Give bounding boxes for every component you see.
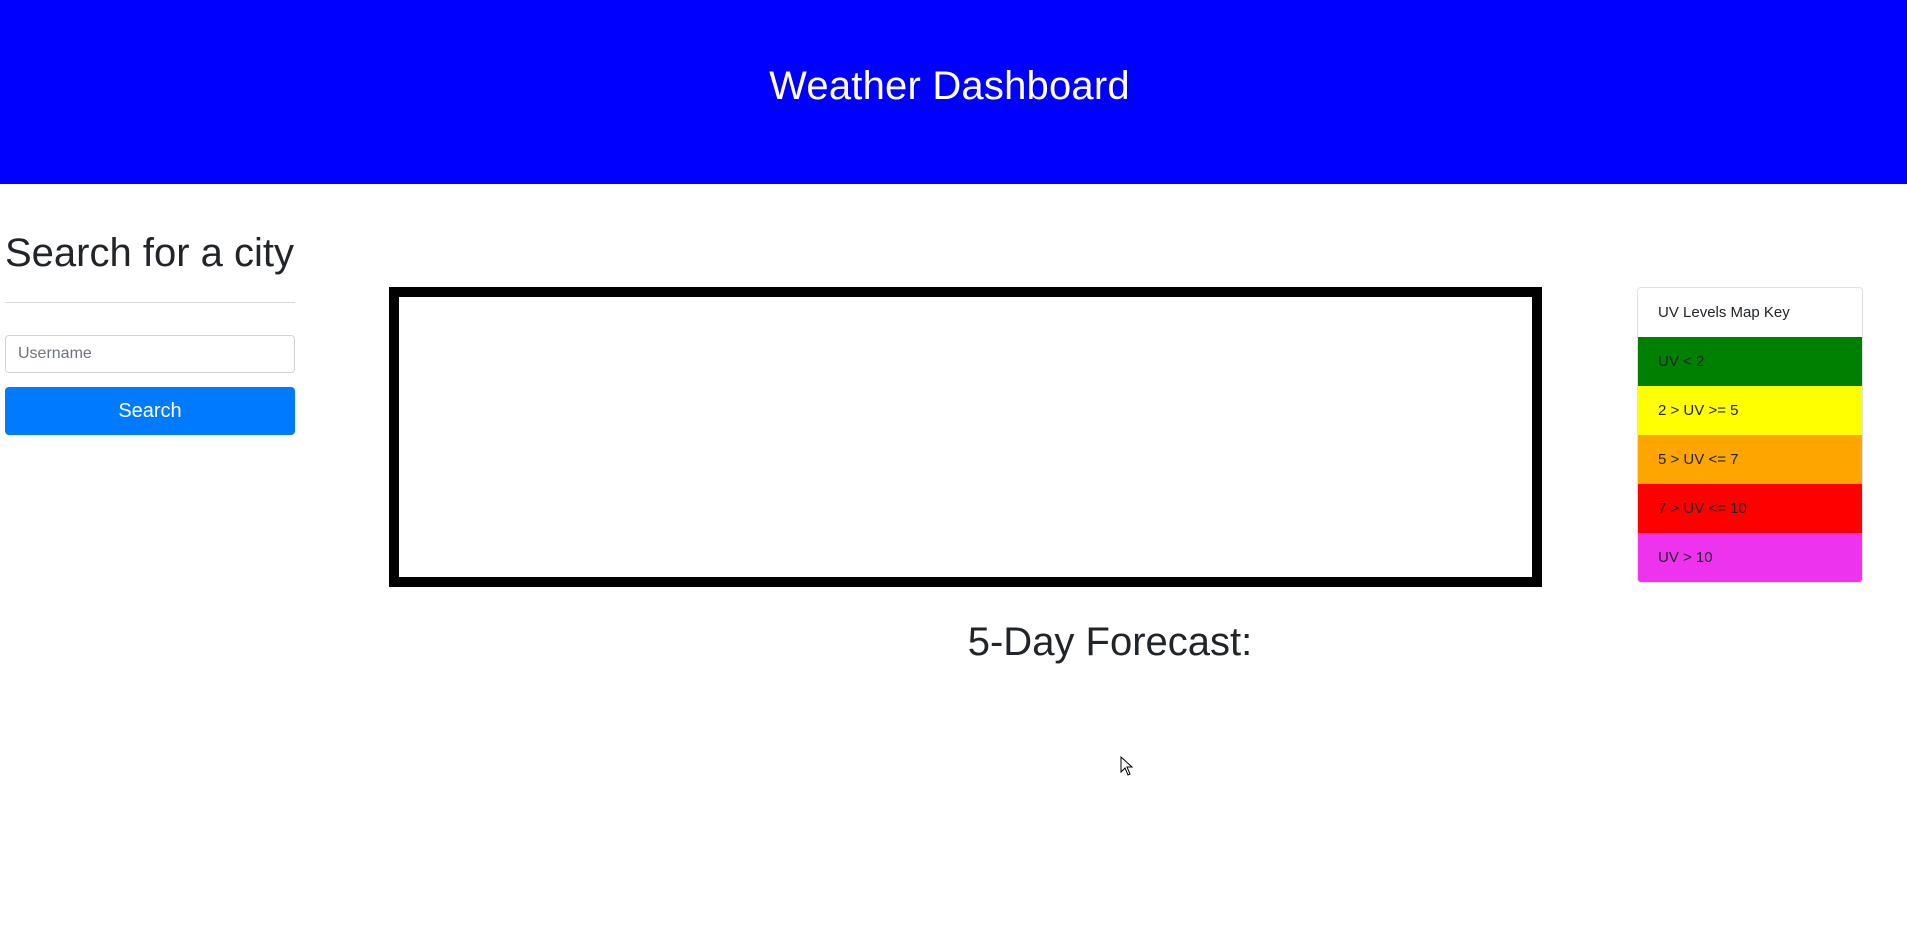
search-button[interactable]: Search <box>5 387 295 435</box>
uv-key-very-high: 7 > UV <= 10 <box>1638 484 1862 533</box>
city-search-input[interactable] <box>5 335 295 373</box>
uv-key-extreme: UV > 10 <box>1638 533 1862 582</box>
mouse-pointer-icon <box>1120 756 1134 776</box>
page-title: Weather Dashboard <box>769 64 1130 108</box>
uv-key-moderate: 2 > UV >= 5 <box>1638 386 1862 435</box>
uv-key-low: UV < 2 <box>1638 337 1862 386</box>
page-header: Weather Dashboard <box>0 0 1907 184</box>
uv-key-high: 5 > UV <= 7 <box>1638 435 1862 484</box>
uv-levels-key: UV Levels Map Key UV < 2 2 > UV >= 5 5 >… <box>1637 287 1863 583</box>
current-weather-panel <box>389 287 1542 587</box>
search-divider <box>5 302 295 303</box>
forecast-title: 5-Day Forecast: <box>967 620 1253 664</box>
uv-key-heading: UV Levels Map Key <box>1638 288 1862 337</box>
search-title: Search for a city <box>5 231 295 275</box>
